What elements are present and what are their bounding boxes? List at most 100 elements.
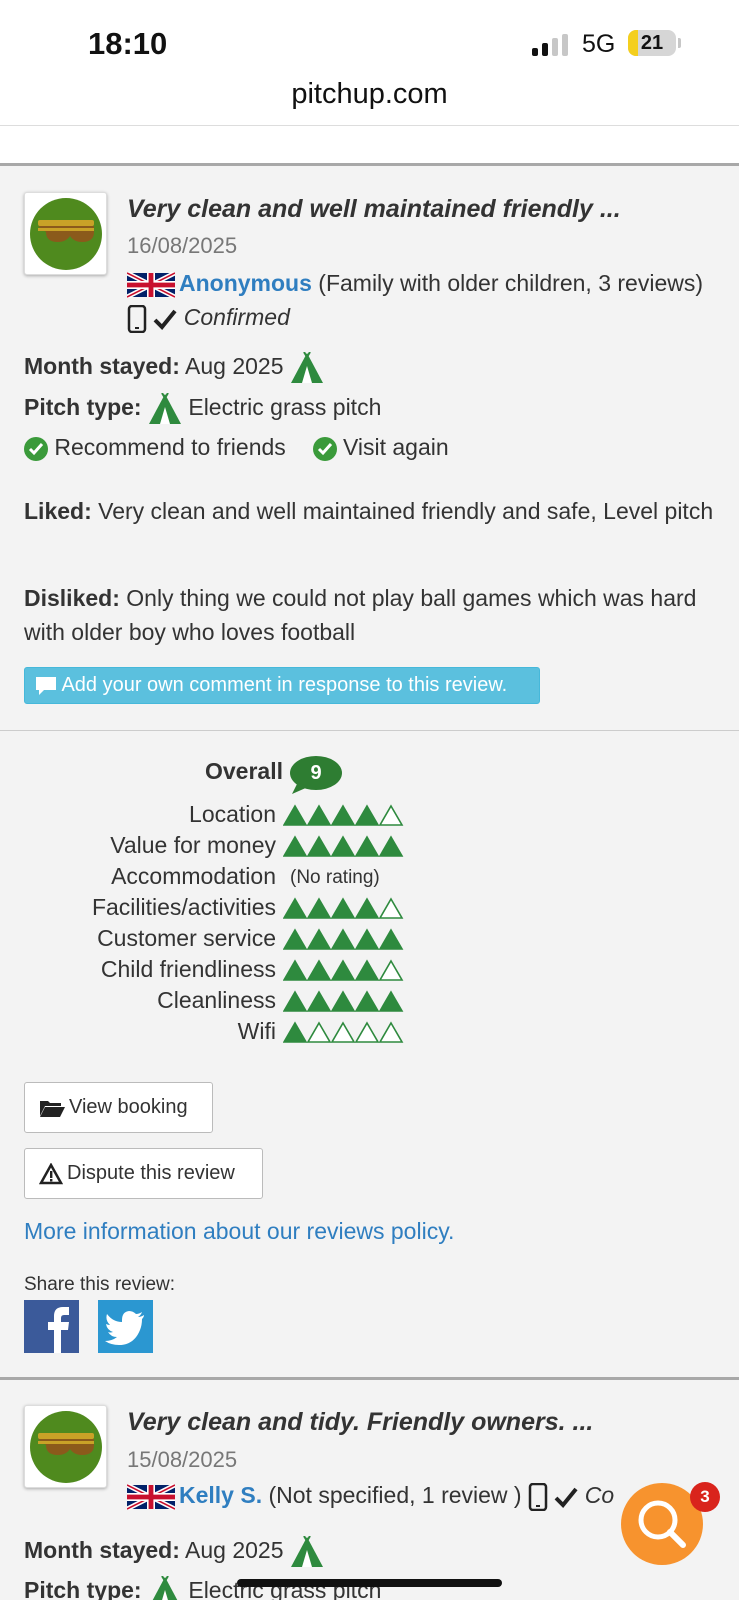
- rating-row: Location: [0, 801, 739, 831]
- address-bar-url[interactable]: pitchup.com: [0, 78, 739, 111]
- review-title[interactable]: Very clean and well maintained friendly …: [127, 195, 621, 224]
- facebook-icon: [48, 1307, 69, 1353]
- confirmed-label: Co: [584, 1482, 615, 1508]
- home-indicator[interactable]: [237, 1579, 502, 1587]
- overall-score: 9: [310, 762, 322, 784]
- folder-open-icon: [40, 1100, 65, 1117]
- tent-rating-icons: [283, 990, 404, 1012]
- dispute-review-button[interactable]: Dispute this review: [24, 1148, 263, 1199]
- overall-score-badge: 9: [290, 756, 342, 794]
- rating-label: Location: [189, 801, 276, 827]
- signal-strength-icon: [532, 34, 572, 56]
- comment-bubble-icon: [36, 676, 56, 695]
- reviewer-meta: (Family with older children, 3 reviews): [318, 270, 704, 296]
- tent-filled-icon: [354, 804, 380, 826]
- checkmark-icon: [153, 309, 177, 330]
- no-rating-text: (No rating): [290, 867, 380, 888]
- pitch-type-row: Pitch type: Electric grass pitch: [24, 393, 381, 425]
- tent-rating-icons: [283, 959, 404, 981]
- review-date: 15/08/2025: [127, 1447, 238, 1472]
- disliked-label: Disliked:: [24, 585, 120, 611]
- green-check-circle-icon: [312, 436, 337, 461]
- review-date: 16/08/2025: [127, 233, 238, 258]
- tent-filled-icon: [306, 835, 332, 857]
- tent-filled-icon: [354, 959, 380, 981]
- tent-empty-icon: [378, 804, 404, 826]
- tent-rating-icons: [283, 1021, 404, 1043]
- overall-label: Overall: [205, 758, 283, 784]
- review-title[interactable]: Very clean and tidy. Friendly owners. ..…: [127, 1408, 593, 1437]
- rating-row: Wifi: [0, 1018, 739, 1048]
- rating-row: Child friendliness: [0, 956, 739, 986]
- add-comment-button[interactable]: Add your own comment in response to this…: [24, 667, 540, 704]
- tent-filled-icon: [354, 928, 380, 950]
- rating-label: Child friendliness: [100, 956, 276, 982]
- pitch-type-label: Pitch type:: [24, 394, 142, 421]
- recommend-row: Recommend to friends Visit again: [24, 434, 449, 461]
- reviewer-name-link[interactable]: Anonymous: [179, 270, 312, 296]
- reviewer-name-link[interactable]: Kelly S.: [179, 1482, 262, 1508]
- rating-row: Customer service: [0, 925, 739, 955]
- month-stayed-value: Aug 2025: [185, 353, 284, 380]
- tent-filled-icon: [330, 897, 356, 919]
- disliked-paragraph: Disliked: Only thing we could not play b…: [24, 581, 714, 649]
- notification-badge: 3: [690, 1482, 720, 1512]
- mobile-phone-icon: [528, 1482, 548, 1511]
- tent-filled-icon: [330, 928, 356, 950]
- month-stayed-row: Month stayed: Aug 2025: [24, 1536, 324, 1568]
- visit-again-label: Visit again: [342, 434, 449, 460]
- tent-filled-icon: [306, 804, 332, 826]
- tent-filled-icon: [283, 928, 308, 950]
- share-label: Share this review:: [24, 1274, 176, 1295]
- reviewer-meta: (Not specified, 1 review ): [268, 1482, 522, 1508]
- green-check-circle-icon: [24, 436, 48, 461]
- twitter-share-button[interactable]: [98, 1300, 153, 1353]
- checkmark-icon: [554, 1487, 578, 1508]
- bearded-goggles-avatar-icon: [30, 1411, 102, 1483]
- reviewer-info: Anonymous (Family with older children, 3…: [127, 266, 717, 334]
- liked-text: Very clean and well maintained friendly …: [98, 498, 714, 524]
- tent-filled-icon: [283, 959, 308, 981]
- rating-label: Wifi: [237, 1018, 276, 1044]
- tent-filled-icon: [283, 990, 308, 1012]
- disliked-text: Only thing we could not play ball games …: [24, 585, 697, 645]
- facebook-share-button[interactable]: [24, 1300, 79, 1353]
- uk-flag-icon: [127, 1483, 175, 1510]
- status-time: 18:10: [88, 26, 168, 61]
- tent-empty-icon: [330, 1021, 356, 1043]
- tent-empty-icon: [306, 1021, 332, 1043]
- tent-empty-icon: [354, 1021, 380, 1043]
- tent-rating-icons: [283, 897, 404, 919]
- month-stayed-label: Month stayed:: [24, 1537, 180, 1564]
- reviews-policy-link[interactable]: More information about our reviews polic…: [24, 1218, 454, 1245]
- page-top-strip: [0, 126, 739, 166]
- tent-empty-icon: [378, 959, 404, 981]
- tent-filled-icon: [354, 990, 380, 1012]
- reviewer-avatar: [24, 192, 107, 275]
- warning-triangle-icon: [38, 1162, 64, 1184]
- rating-row: Value for money: [0, 832, 739, 862]
- rating-row: Accommodation (No rating): [0, 863, 739, 893]
- tent-rating-icons: [283, 835, 404, 857]
- rating-label: Facilities/activities: [91, 894, 276, 920]
- twitter-bird-icon: [105, 1311, 144, 1345]
- rating-label: Cleanliness: [157, 987, 276, 1013]
- mobile-phone-icon: [127, 304, 147, 333]
- tent-filled-icon: [283, 835, 308, 857]
- rating-row: Cleanliness: [0, 987, 739, 1017]
- tent-filled-icon: [330, 835, 356, 857]
- network-type: 5G: [582, 30, 616, 58]
- month-stayed-value: Aug 2025: [185, 1537, 284, 1564]
- view-booking-button[interactable]: View booking: [24, 1082, 213, 1133]
- tent-filled-icon: [306, 990, 332, 1012]
- pitch-type-value: Electric grass pitch: [188, 394, 382, 421]
- tent-filled-icon: [378, 928, 404, 950]
- rating-label: Value for money: [110, 832, 276, 858]
- battery-icon: 21: [628, 30, 676, 56]
- tent-filled-icon: [378, 990, 404, 1012]
- browser-top-bar: 18:10 5G 21 pitchup.com: [0, 0, 739, 126]
- uk-flag-icon: [127, 271, 175, 298]
- tent-rating-icons: [283, 804, 404, 826]
- tent-filled-icon: [306, 897, 332, 919]
- tent-filled-icon: [330, 990, 356, 1012]
